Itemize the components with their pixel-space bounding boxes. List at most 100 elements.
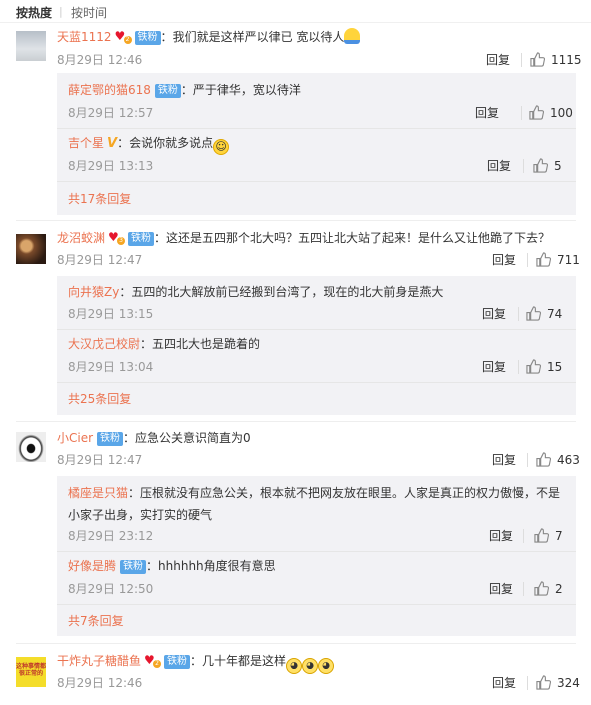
smile-emoji-icon: ☺ xyxy=(213,139,230,155)
reply-list: 橘座是只猫：压根就没有应急公关，根本就不把网友放在眼里。人家是真正的权力傲慢，不… xyxy=(57,476,576,636)
reply-username[interactable]: 薛定鄂的猫618 xyxy=(68,83,151,97)
tab-sort-time[interactable]: 按时间 xyxy=(71,4,107,21)
reply-username[interactable]: 橘座是只猫 xyxy=(68,486,128,500)
reply-time: 8月29日 12:57 xyxy=(68,106,154,120)
more-replies-link[interactable]: 共25条回复 xyxy=(68,390,131,408)
heart-vip-icon: ♥ 2 xyxy=(114,30,132,44)
avatar[interactable] xyxy=(16,432,46,462)
verified-v-icon: V xyxy=(107,136,118,151)
thumb-up-icon xyxy=(534,581,549,596)
action-divider xyxy=(527,253,528,267)
reply-button[interactable]: 回复 xyxy=(475,104,499,122)
reply-button[interactable]: 回复 xyxy=(486,51,510,69)
action-divider xyxy=(521,53,522,67)
reply-text: hhhhhh角度很有意思 xyxy=(158,559,276,573)
heart-vip-icon: ♥ 2 xyxy=(143,654,162,668)
like-count: 15 xyxy=(547,360,563,374)
reply-text-line2: 小家子出身，实打实的硬气 xyxy=(68,508,213,522)
avatar[interactable] xyxy=(16,31,46,61)
reply-text: 五四北大也是跪着的 xyxy=(152,337,261,351)
thumb-up-icon xyxy=(530,52,545,67)
action-divider xyxy=(523,159,524,173)
thumb-up-icon xyxy=(534,528,549,543)
like-button[interactable]: 324 xyxy=(536,674,580,692)
thumb-up-icon xyxy=(533,158,548,173)
like-button[interactable]: 1115 xyxy=(530,51,582,69)
reply-text: 压根就没有应急公关，根本就不把网友放在眼里。人家是真正的权力傲慢，不是 xyxy=(140,486,561,500)
like-count: 7 xyxy=(555,529,563,543)
reply-divider xyxy=(57,128,576,129)
cat-emoji-icon: ◕ xyxy=(318,658,335,674)
reply-button[interactable]: 回复 xyxy=(482,358,506,376)
action-divider xyxy=(527,453,528,467)
like-count: 1115 xyxy=(551,53,582,67)
like-button[interactable]: 15 xyxy=(526,358,562,376)
like-count: 74 xyxy=(547,307,563,321)
comment-text: 几十年都是这样 xyxy=(202,654,287,668)
like-count: 100 xyxy=(550,106,573,120)
reply-button[interactable]: 回复 xyxy=(489,580,513,598)
comment-username[interactable]: 干炸丸子糖醋鱼 xyxy=(57,654,141,668)
reply-username[interactable]: 好像是腾 xyxy=(68,559,116,573)
reply-username[interactable]: 向井猿Zy xyxy=(68,285,119,299)
comment-header: 干炸丸子糖醋鱼 ♥ 2 铁粉 ：几十年都是这样 ◕ ◕ ◕ xyxy=(57,652,335,674)
reply-username[interactable]: 吉个星 xyxy=(68,136,104,150)
thumb-up-icon xyxy=(526,306,541,321)
action-divider xyxy=(521,106,522,120)
like-button[interactable]: 7 xyxy=(534,527,563,545)
comment-text: 应急公关意识简直为0 xyxy=(135,431,251,445)
comment-username[interactable]: 天蓝1112 xyxy=(57,30,112,44)
reply-time: 8月29日 12:50 xyxy=(68,582,154,596)
avatar[interactable]: 这种事情都很正常的 xyxy=(16,657,46,687)
reply-button[interactable]: 回复 xyxy=(489,527,513,545)
thumb-up-icon xyxy=(529,105,544,120)
comment-divider xyxy=(16,643,576,644)
comment-username[interactable]: 小Cier xyxy=(57,431,93,445)
like-count: 324 xyxy=(557,676,580,690)
reply-divider xyxy=(57,181,576,182)
like-button[interactable]: 5 xyxy=(533,157,562,175)
reply-username[interactable]: 大汉戊己校尉 xyxy=(68,337,140,351)
cat-emoji-icon: ◕ xyxy=(286,658,303,674)
like-button[interactable]: 463 xyxy=(536,451,580,469)
tab-sort-hot[interactable]: 按热度 xyxy=(16,4,52,21)
comment-time: 8月29日 12:46 xyxy=(57,676,143,690)
action-divider xyxy=(518,307,519,321)
reply-header: 向井猿Zy：五四的北大解放前已经搬到台湾了，现在的北大前身是燕大 xyxy=(68,285,444,299)
thumb-up-icon xyxy=(536,452,551,467)
comment-divider xyxy=(16,421,576,422)
comment-text: 这还是五四那个北大吗？五四让北大站了起来！是什么又让他跪了下去？ xyxy=(166,231,551,245)
like-count: 711 xyxy=(557,253,580,267)
thumb-up-icon xyxy=(536,252,551,267)
action-divider xyxy=(523,582,524,596)
reply-header: 好像是腾 铁粉 ：hhhhhh角度很有意思 xyxy=(68,559,276,574)
avatar[interactable] xyxy=(16,234,46,264)
like-button[interactable]: 100 xyxy=(529,104,573,122)
action-divider xyxy=(523,529,524,543)
more-replies-link[interactable]: 共7条回复 xyxy=(68,612,124,630)
reply-button[interactable]: 回复 xyxy=(482,305,506,323)
fan-badge: 铁粉 xyxy=(154,84,181,98)
reply-button[interactable]: 回复 xyxy=(492,674,516,692)
reply-button[interactable]: 回复 xyxy=(487,157,511,175)
reply-time: 8月29日 23:12 xyxy=(68,529,154,543)
reply-list: 向井猿Zy：五四的北大解放前已经搬到台湾了，现在的北大前身是燕大 8月29日 1… xyxy=(57,276,576,415)
like-button[interactable]: 74 xyxy=(526,305,562,323)
more-replies-link[interactable]: 共17条回复 xyxy=(68,190,131,208)
action-divider xyxy=(527,676,528,690)
fan-badge: 铁粉 xyxy=(164,655,191,669)
like-button[interactable]: 711 xyxy=(536,251,580,269)
comment-text: 我们就是这样严以律已 宽以待人 xyxy=(172,30,345,44)
reply-button[interactable]: 回复 xyxy=(492,451,516,469)
reply-list: 薛定鄂的猫618 铁粉 ：严于律华，宽以待洋 8月29日 12:57 回复 100 … xyxy=(57,73,576,215)
reply-button[interactable]: 回复 xyxy=(492,251,516,269)
reply-divider xyxy=(57,604,576,605)
thumb-up-icon xyxy=(536,675,551,690)
avatar-text: 这种事情都很正常的 xyxy=(16,663,46,677)
comment-username[interactable]: 龙沼蛟渊 xyxy=(57,231,105,245)
comment-header: 天蓝1112 ♥ 2 铁粉 ：我们就是这样严以律已 宽以待人 xyxy=(57,28,361,46)
like-button[interactable]: 2 xyxy=(534,580,563,598)
like-count: 463 xyxy=(557,453,580,467)
reply-header: 大汉戊己校尉：五四北大也是跪着的 xyxy=(68,337,261,351)
action-divider xyxy=(518,360,519,374)
